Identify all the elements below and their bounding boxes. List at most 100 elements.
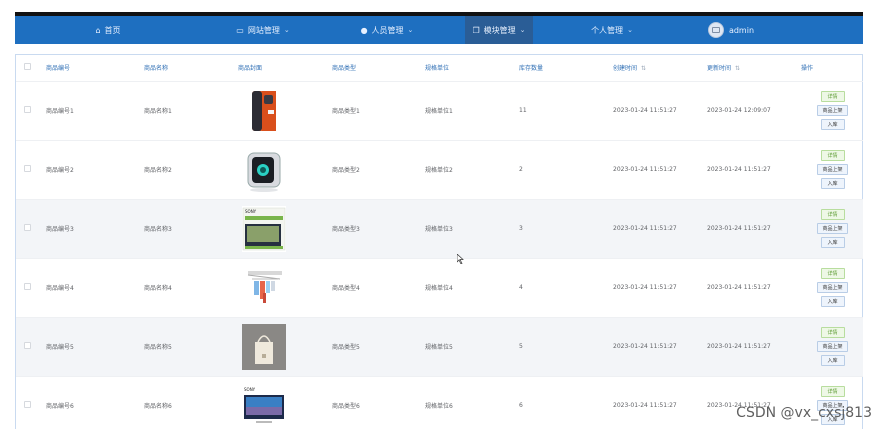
cell-created: 2023-01-24 11:51:27	[613, 166, 677, 173]
detail-button[interactable]: 详情	[820, 386, 845, 398]
shelve-button[interactable]: 商品上架	[817, 105, 848, 116]
svg-text:SONY: SONY	[245, 209, 257, 214]
shelve-button[interactable]: 商品上架	[817, 282, 848, 293]
nav-home-label: 首页	[104, 25, 121, 35]
detail-button[interactable]: 详情	[820, 268, 845, 279]
table-row: 商品编号5 商品名称5 商品类型5 规格单位5 5 2023-01-24 11:51:27…	[16, 317, 863, 376]
monitor-icon: ▭	[236, 25, 244, 35]
nav-site-management[interactable]: ▭ 网站管理 ⌄	[201, 16, 325, 44]
nav-people-label: 人员管理	[371, 25, 404, 35]
product-image	[238, 264, 324, 311]
row-select[interactable]	[16, 199, 38, 258]
chevron-down-icon: ⌄	[407, 26, 414, 34]
row-select[interactable]	[16, 81, 38, 140]
cell-created: 2023-01-24 11:51:27	[613, 107, 677, 114]
cell-name: 商品名称2	[144, 167, 172, 174]
cell-type: 商品类型3	[332, 226, 360, 233]
header-created-label: 创建时间	[613, 65, 638, 73]
cell-unit: 规格单位2	[425, 167, 453, 174]
shelve-button[interactable]: 商品上架	[817, 223, 848, 234]
detail-button[interactable]: 详情	[820, 91, 845, 102]
product-image	[238, 87, 324, 134]
nav-module-management[interactable]: ❐ 模块管理 ⌄	[465, 16, 533, 44]
cell-stock: 11	[519, 107, 527, 114]
copy-icon: ❐	[472, 25, 480, 35]
cell-cover	[230, 81, 324, 140]
cell-updated: 2023-01-24 11:51:27	[707, 284, 771, 291]
inbound-button[interactable]: 入库	[820, 119, 845, 130]
header-created[interactable]: 创建时间 ⇅	[605, 55, 699, 81]
nav-people-management[interactable]: ● 人员管理 ⌄	[325, 16, 449, 44]
cell-unit: 规格单位6	[425, 403, 453, 411]
cell-code: 商品编号3	[46, 226, 74, 233]
cell-updated: 2023-01-24 11:51:27	[707, 225, 771, 232]
nav-personal-label: 个人管理	[591, 25, 624, 35]
cell-type: 商品类型6	[332, 403, 360, 411]
cell-updated: 2023-01-24 11:51:27	[707, 343, 771, 350]
row-select[interactable]	[16, 140, 38, 199]
table-body: 商品编号1 商品名称1 商品类型1 规格单位1 11 2023-01-24 11:51:2…	[16, 81, 863, 429]
row-checkbox[interactable]	[24, 283, 31, 290]
cell-type: 商品类型1	[332, 108, 360, 115]
header-updated[interactable]: 更新时间 ⇅	[699, 55, 793, 81]
cell-cover	[230, 140, 324, 199]
table-row: 商品编号3 商品名称3 SONY 商品类型3 规格单位3 3 2023-01-24 11:5…	[16, 199, 863, 258]
header-stock: 库存数量	[519, 65, 544, 73]
shelve-button[interactable]: 商品上架	[817, 164, 848, 175]
header-select-all[interactable]	[16, 55, 38, 81]
cell-cover	[230, 317, 324, 376]
cell-name: 商品名称1	[144, 108, 172, 115]
header-cover: 商品封面	[238, 65, 263, 73]
cell-unit: 规格单位1	[425, 108, 453, 115]
cell-unit: 规格单位5	[425, 344, 453, 351]
nav-user-menu[interactable]: admin	[691, 16, 771, 44]
cell-ops: 详情 商品上架 入库	[793, 376, 863, 429]
row-checkbox[interactable]	[24, 165, 31, 172]
table-row: 商品编号4 商品名称4 商品类型4 规格单位4 4 2023-01-24 11:51:27…	[16, 258, 863, 317]
row-checkbox[interactable]	[24, 224, 31, 231]
table-row: 商品编号6 商品名称6 SONY 商品类型6 规格单位6 6 2023-01-24 11:5…	[16, 376, 863, 429]
cell-ops: 详情 商品上架 入库	[793, 81, 863, 140]
detail-button[interactable]: 详情	[820, 327, 845, 338]
header-ops: 操作	[801, 65, 814, 73]
row-select[interactable]	[16, 258, 38, 317]
detail-button[interactable]: 详情	[820, 209, 845, 220]
row-checkbox[interactable]	[24, 401, 31, 409]
row-actions: 详情 商品上架 入库	[801, 209, 863, 248]
cell-type: 商品类型2	[332, 167, 360, 174]
cell-created: 2023-01-24 11:51:27	[613, 343, 677, 350]
cell-cover: SONY	[230, 199, 324, 258]
row-actions: 详情 商品上架 入库	[801, 91, 863, 130]
row-select[interactable]	[16, 376, 38, 429]
detail-button[interactable]: 详情	[820, 150, 845, 161]
row-select[interactable]	[16, 317, 38, 376]
cell-stock: 4	[519, 284, 523, 291]
sort-icon[interactable]: ⇅	[735, 65, 740, 72]
cell-ops: 详情 商品上架 入库	[793, 140, 863, 199]
chevron-down-icon: ⌄	[283, 26, 290, 34]
cell-created: 2023-01-24 11:51:27	[613, 284, 677, 291]
row-checkbox[interactable]	[24, 106, 31, 113]
inbound-button[interactable]: 入库	[820, 296, 845, 307]
product-image	[238, 146, 324, 193]
nav-personal-management[interactable]: 个人管理 ⌄	[533, 16, 691, 44]
nav-home[interactable]: ⌂ 首页	[15, 16, 201, 44]
cell-updated: 2023-01-24 11:51:27	[707, 402, 771, 410]
header-unit: 规格单位	[425, 65, 450, 73]
shelve-button[interactable]: 商品上架	[817, 341, 848, 352]
cell-stock: 6	[519, 402, 523, 410]
inbound-button[interactable]: 入库	[820, 355, 845, 366]
cell-stock: 3	[519, 225, 523, 232]
product-image: SONY	[238, 382, 324, 429]
row-checkbox[interactable]	[24, 342, 31, 349]
sort-icon[interactable]: ⇅	[641, 65, 646, 72]
header-name: 商品名称	[144, 65, 169, 73]
cell-code: 商品编号2	[46, 167, 74, 174]
table-row: 商品编号2 商品名称2 商品类型2 规格单位2 2 2023-01-24 11:51:27…	[16, 140, 863, 199]
cell-created: 2023-01-24 11:51:27	[613, 225, 677, 232]
cell-code: 商品编号6	[46, 403, 74, 411]
inbound-button[interactable]: 入库	[820, 237, 845, 248]
select-all-checkbox[interactable]	[24, 63, 31, 71]
cell-ops: 详情 商品上架 入库	[793, 317, 863, 376]
inbound-button[interactable]: 入库	[820, 178, 845, 189]
